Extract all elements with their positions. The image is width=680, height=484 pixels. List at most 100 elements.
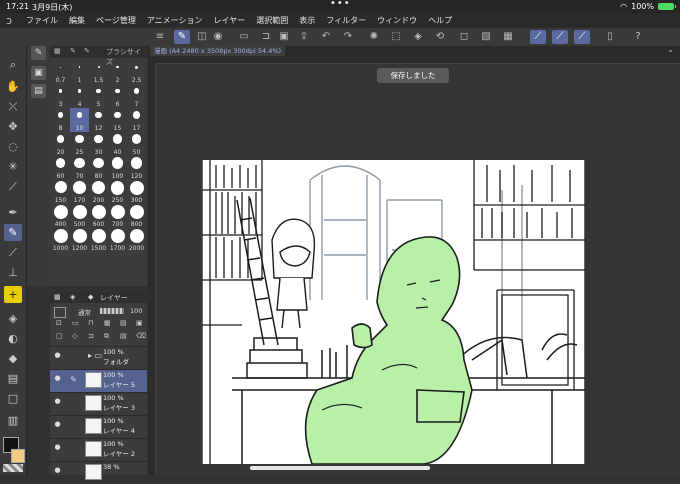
fill-bucket-icon[interactable]: ◈ [4, 310, 22, 327]
brush-size-100[interactable]: 100 [108, 156, 127, 180]
brush-size-1000[interactable]: 1000 [51, 228, 70, 252]
new-file-icon[interactable]: ▭ [236, 30, 252, 44]
subtool-stamp-icon[interactable]: ▣ [31, 66, 46, 80]
crop-icon[interactable]: ◻ [456, 30, 472, 44]
zoom-icon[interactable]: ⌕ [4, 56, 22, 73]
undo-icon[interactable]: ↶ [318, 30, 334, 44]
new-vector-icon[interactable]: ◇ [72, 332, 77, 340]
copy-layer-icon[interactable]: ⧉ [104, 332, 109, 341]
visibility-eye-icon[interactable]: ● [53, 421, 62, 428]
delete-layer-icon[interactable]: ⌫ [136, 332, 146, 340]
document-tab[interactable]: 漫画 (A4 2480 x 3508px 300dpi 54.4%) [150, 46, 286, 56]
operation-icon[interactable]: ⤫ [4, 98, 22, 115]
deselect-icon[interactable]: ▦ [500, 30, 516, 44]
visibility-eye-icon[interactable]: ● [53, 352, 62, 359]
visibility-eye-icon[interactable]: ● [53, 444, 62, 451]
brush-size-20[interactable]: 20 [51, 132, 70, 156]
brush-size-500[interactable]: 500 [70, 204, 89, 228]
mask-icon[interactable]: ▦ [104, 319, 111, 327]
select-all-icon[interactable]: ▧ [478, 30, 494, 44]
grid-tab-icon[interactable]: ▦ [54, 47, 61, 55]
layer-row[interactable]: ● ▸ ▭ 100 % フォルダ [50, 346, 147, 369]
transform-icon[interactable]: ⬚ [388, 30, 404, 44]
menu-view[interactable]: 表示 [299, 15, 315, 26]
figure-icon[interactable]: □ [4, 390, 22, 407]
brush-size-40[interactable]: 40 [108, 132, 127, 156]
lasso-icon[interactable]: ◌ [4, 138, 22, 155]
clip-icon[interactable]: ⊡ [56, 319, 62, 327]
palette-icon[interactable]: ◫ [194, 30, 210, 44]
brush-icon[interactable]: ⟋ [4, 244, 22, 261]
brush-size-700[interactable]: 700 [108, 204, 127, 228]
fill-icon[interactable]: ◈ [410, 30, 426, 44]
decoration-icon[interactable]: + [4, 286, 22, 303]
brush-size-12[interactable]: 12 [89, 108, 108, 132]
brush-size-6[interactable]: 6 [108, 84, 127, 108]
pencil-icon[interactable]: ✎ [4, 224, 22, 241]
reference-icon[interactable]: ▭ [72, 319, 79, 327]
brush-size-1_5[interactable]: 1.5 [89, 60, 108, 84]
visibility-eye-icon[interactable]: ● [53, 398, 62, 405]
brush-size-7[interactable]: 7 [127, 84, 146, 108]
brush-size-200[interactable]: 200 [89, 180, 108, 204]
brush-size-5[interactable]: 5 [89, 84, 108, 108]
phone-icon[interactable]: ▯ [602, 30, 618, 44]
eyedropper-icon[interactable]: ⟋ [4, 178, 22, 195]
brush-tab-icon[interactable]: ✎ [84, 47, 90, 55]
open-folder-icon[interactable]: ⊐ [258, 30, 274, 44]
lock-layer-icon[interactable]: ⊓ [88, 319, 93, 327]
brush-size-250[interactable]: 250 [108, 180, 127, 204]
brush-size-30[interactable]: 30 [89, 132, 108, 156]
brush-size-10[interactable]: 10 [70, 108, 89, 132]
hand-icon[interactable]: ✋ [4, 78, 22, 95]
brush-size-3[interactable]: 3 [51, 84, 70, 108]
opacity-value[interactable]: 100 [130, 307, 142, 315]
gradient-icon[interactable]: ▤ [4, 370, 22, 387]
pen-icon[interactable]: ✒ [4, 204, 22, 221]
save-icon[interactable]: ▣ [276, 30, 292, 44]
visibility-eye-icon[interactable]: ● [53, 467, 62, 474]
eraser-icon[interactable]: ◆ [4, 350, 22, 367]
brush-size-400[interactable]: 400 [51, 204, 70, 228]
quick-access-icon[interactable]: ✎ [174, 30, 190, 44]
menu-page[interactable]: ページ管理 [96, 15, 136, 26]
brush-size-1[interactable]: 1 [70, 60, 89, 84]
folder-icon[interactable]: ▸ ▭ [88, 351, 102, 360]
brush-size-17[interactable]: 17 [127, 108, 146, 132]
layer-panel-grid-icon[interactable]: ▦ [54, 293, 61, 301]
blend-mode-select[interactable]: 通常 [78, 307, 91, 317]
menu-filter[interactable]: フィルター [326, 15, 366, 26]
transparent-swatch[interactable] [3, 464, 23, 472]
brush-size-25[interactable]: 25 [70, 132, 89, 156]
brush-size-800[interactable]: 800 [127, 204, 146, 228]
menu-file[interactable]: ファイル [26, 15, 58, 26]
brush-size-0_7[interactable]: 0.7 [51, 60, 70, 84]
brush-size-60[interactable]: 60 [51, 156, 70, 180]
grid-snap-icon[interactable]: ⟋ [574, 30, 590, 44]
menu-selection[interactable]: 選択範囲 [256, 15, 288, 26]
pencil-tab-icon[interactable]: ✎ [70, 47, 76, 55]
hamburger-menu-icon[interactable]: ≡ [152, 30, 168, 44]
layer-row[interactable]: ● ✎ 100 % レイヤー 5 [50, 369, 147, 392]
layer-panel-title[interactable]: レイヤー [100, 293, 128, 303]
brush-size-1200[interactable]: 1200 [70, 228, 89, 252]
app-logo-icon[interactable]: ↄ [6, 14, 20, 28]
brush-size-300[interactable]: 300 [127, 180, 146, 204]
export-icon[interactable]: ⇪ [296, 30, 312, 44]
new-folder-icon[interactable]: ⊐ [88, 332, 94, 340]
brush-size-50[interactable]: 50 [127, 132, 146, 156]
special-ruler-icon[interactable]: ⟋ [552, 30, 568, 44]
redo-icon[interactable]: ↷ [340, 30, 356, 44]
brush-size-15[interactable]: 15 [108, 108, 127, 132]
brush-size-1500[interactable]: 1500 [89, 228, 108, 252]
brush-size-120[interactable]: 120 [127, 156, 146, 180]
menu-edit[interactable]: 編集 [69, 15, 85, 26]
menu-window[interactable]: ウィンドウ [377, 15, 417, 26]
layer-row[interactable]: ● 38 % [50, 461, 147, 484]
record-icon[interactable]: ◉ [210, 30, 226, 44]
magic-wand-icon[interactable]: ✳ [4, 158, 22, 175]
brush-size-1700[interactable]: 1700 [108, 228, 127, 252]
subtool-grip-icon[interactable]: ▤ [31, 84, 46, 98]
merge-layer-icon[interactable]: ▤ [120, 332, 127, 340]
menu-help[interactable]: ヘルプ [428, 15, 452, 26]
